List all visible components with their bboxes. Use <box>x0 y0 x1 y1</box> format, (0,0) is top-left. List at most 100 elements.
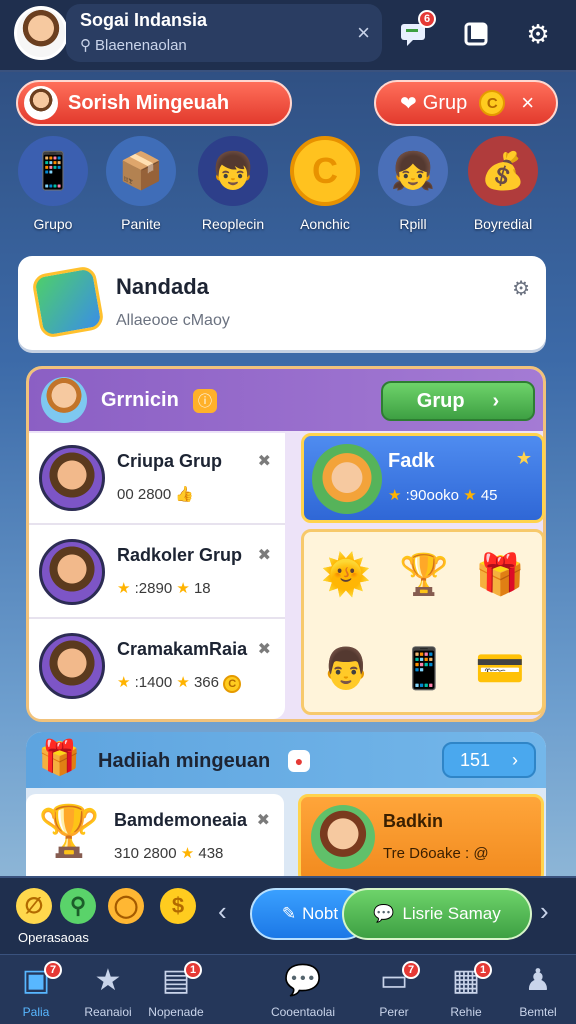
trophy-icon[interactable]: 🏆 <box>396 546 452 602</box>
group-button[interactable]: Grup › <box>381 381 535 421</box>
category-label: Panite <box>121 216 161 232</box>
search-icon: ⚲ <box>80 37 91 54</box>
close-icon[interactable]: ✖ <box>258 545 271 565</box>
chevron-right-icon[interactable]: › <box>540 896 549 927</box>
profile-avatar[interactable] <box>14 6 68 60</box>
avatar <box>312 444 382 514</box>
tab-nopenade[interactable]: ▤ 1 Nopenade <box>140 961 212 1019</box>
close-icon[interactable]: × <box>357 20 370 46</box>
tab-label: Cooentaolai <box>270 1005 336 1019</box>
category-aonchic[interactable]: C Aonchic <box>282 136 368 232</box>
coin-icon: C <box>479 90 506 116</box>
share-label: Lisrie Samay <box>402 904 501 923</box>
info-card-title: Nandada <box>116 274 209 299</box>
info-card[interactable]: Nandada Allaeooe cMaoy ⚙ <box>18 256 546 350</box>
category-panite[interactable]: 📦 Panite <box>98 136 184 232</box>
document-icon: ▭ 7 <box>358 961 430 999</box>
chat-bubbles-icon: 💬 <box>284 964 322 997</box>
tab-cooentaolai[interactable]: 💬 Cooentaolai <box>256 963 350 1019</box>
category-label: Grupo <box>33 216 73 232</box>
list-item[interactable]: Radkoler Grup ★ :2890 ★ 18 ✖ <box>29 527 285 619</box>
chat-badge: 6 <box>418 10 436 28</box>
list-item[interactable]: Criupa Grup 00 2800 👍 ✖ <box>29 433 285 525</box>
folder-icon <box>30 264 106 340</box>
close-icon[interactable]: ✖ <box>258 639 271 659</box>
search-coin-icon[interactable]: ⚲ <box>60 888 96 924</box>
group-list: Criupa Grup 00 2800 👍 ✖ Radkoler Grup ★ … <box>29 433 285 719</box>
coin-icon[interactable]: ∅ <box>16 888 52 924</box>
reward-icon: 🎁 <box>38 739 81 777</box>
coin-stack-icon[interactable]: ◯ <box>108 888 144 924</box>
tab-rehie[interactable]: ▦ 1 Rehie <box>430 961 502 1019</box>
chevron-left-icon[interactable]: ‹ <box>218 896 227 927</box>
group-panel-title: Grrnicin <box>101 389 179 411</box>
mini-avatar <box>24 86 58 120</box>
chevron-right-icon: › <box>492 389 500 412</box>
item-name: Criupa Grup <box>117 451 223 471</box>
quick-action-group[interactable]: ❤ Grup C × <box>374 80 558 126</box>
phone-card-icon: 📱 <box>18 136 88 206</box>
quick-action-search[interactable]: Sorish Mingeuah <box>16 80 292 126</box>
category-label: Boyredial <box>473 216 533 232</box>
boxes-icon: 📦 <box>106 136 176 206</box>
window-icon[interactable] <box>458 16 494 52</box>
group-button-label: Grup <box>416 389 465 412</box>
reward-panel-header: 🎁 Hadiiah mingeuan ● 151 › <box>26 732 546 788</box>
search-input[interactable]: ⚲ Blaenenaolan <box>80 36 187 54</box>
close-icon[interactable]: ✖ <box>258 451 271 471</box>
gift-icon[interactable]: 🎁 <box>472 546 528 602</box>
coin-icon[interactable]: 🌞 <box>318 546 374 602</box>
close-icon[interactable]: × <box>521 90 534 116</box>
title-search-box[interactable]: Sogai Indansia ⚲ Blaenenaolan × <box>66 4 382 62</box>
reward-item-right[interactable]: Badkin Tre D6oake : @ <box>298 794 544 878</box>
next-label: Nobt <box>302 904 339 923</box>
list-item[interactable]: CramakamRaia ★ :1400 ★ 366 C ✖ <box>29 621 285 713</box>
star-icon[interactable]: ★ <box>516 448 532 469</box>
reward-button-label: 151 <box>459 749 491 770</box>
tab-perer[interactable]: ▭ 7 Perer <box>358 961 430 1019</box>
gear-icon[interactable]: ⚙ <box>520 16 556 52</box>
reward-panel: 🎁 Hadiiah mingeuan ● 151 › 🏆 Bamdemoneai… <box>26 732 546 878</box>
category-label: Reoplecin <box>201 216 265 232</box>
tab-label: Palia <box>22 1005 50 1019</box>
tab-label: Nopenade <box>148 1005 204 1019</box>
avatar <box>39 633 105 699</box>
tab-badge: 7 <box>44 961 62 979</box>
reward-button[interactable]: 151 › <box>442 742 536 778</box>
reward-item-left[interactable]: 🏆 Bamdemoneaia 310 2800 ★ 438 ✖ <box>26 794 284 878</box>
group-avatar <box>41 377 87 423</box>
chat-icon[interactable]: 6 <box>396 10 436 52</box>
reward-grid: 🌞 🏆 🎁 👨 📱 💳 <box>301 529 545 715</box>
item-name: Badkin <box>383 811 444 831</box>
category-reoplecin[interactable]: 👦 Reoplecin <box>190 136 276 232</box>
avatar <box>39 539 105 605</box>
app-title: Sogai Indansia <box>80 10 208 30</box>
category-label: Rpill <box>399 216 427 232</box>
calendar-icon: ▤ 1 <box>140 961 212 999</box>
tab-bemtel[interactable]: ♟ Bemtel <box>502 963 574 1019</box>
home-icon: ▣ 7 <box>0 961 72 999</box>
gear-icon[interactable]: ⚙ <box>512 276 530 301</box>
category-grupo[interactable]: 📱 Grupo <box>10 136 96 232</box>
phone-icon[interactable]: 📱 <box>396 640 452 696</box>
info-icon[interactable]: ⓘ <box>193 389 217 413</box>
top-bar: Sogai Indansia ⚲ Blaenenaolan × 6 ⚙ <box>0 0 576 72</box>
category-rpill[interactable]: 👧 Rpill <box>370 136 456 232</box>
tab-palia[interactable]: ▣ 7 Palia <box>0 961 72 1019</box>
avatar-icon[interactable]: 👨 <box>318 640 374 696</box>
featured-card[interactable]: Fadk ★ :90ooko ★ 45 ★ <box>301 433 545 523</box>
tab-reanaioi[interactable]: ★ Reanaioi <box>72 963 144 1019</box>
boy-avatar-icon: 👦 <box>198 136 268 206</box>
dice-icon[interactable]: ● <box>288 750 310 772</box>
share-button[interactable]: 💬 Lisrie Samay <box>342 888 532 940</box>
category-row: 📱 Grupo 📦 Panite 👦 Reoplecin C Aonchic 👧… <box>0 136 576 242</box>
dollar-coin-icon[interactable]: $ <box>160 888 196 924</box>
close-icon[interactable]: ✖ <box>257 810 270 830</box>
dock-label: Operasaoas <box>18 930 89 945</box>
group-panel-header: Grrnicin ⓘ Grup › <box>29 369 543 431</box>
group-panel: Grrnicin ⓘ Grup › Criupa Grup 00 2800 👍 … <box>26 366 546 722</box>
card-icon[interactable]: 💳 <box>472 640 528 696</box>
grid-icon: ▦ 1 <box>430 961 502 999</box>
category-boyredial[interactable]: 💰 Boyredial <box>460 136 546 232</box>
action-dock: ∅ ⚲ ◯ $ Operasaoas ‹ ✎ Nobt 💬 Lisrie Sam… <box>0 876 576 954</box>
